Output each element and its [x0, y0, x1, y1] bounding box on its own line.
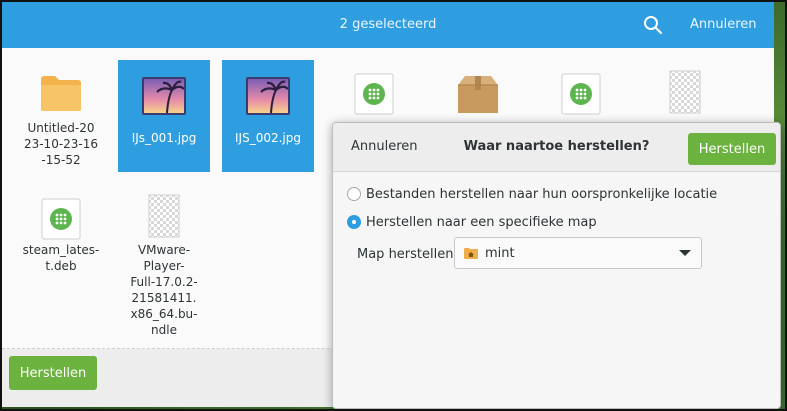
header-bar: 2 geselecteerd Annuleren [2, 2, 774, 48]
package-deb-icon [561, 73, 601, 115]
file-name-line: 23-10-23-16 [23, 137, 99, 151]
file-name-line: Full-17.0.2- [130, 275, 198, 289]
file-name-line: ndle [151, 323, 177, 337]
dialog-restore-button[interactable]: Herstellen [688, 133, 776, 165]
file-name-line: Untitled-20 [27, 121, 95, 135]
folder-value: mint [485, 246, 515, 261]
file-name-line: 21581411. [131, 291, 197, 305]
archive-box-icon [458, 76, 498, 113]
file-name-line: x86_64.bu- [130, 307, 198, 321]
option-original-label: Bestanden herstellen naar hun oorspronke… [366, 186, 718, 202]
file-name-line: IJs_001.jpg [131, 131, 197, 145]
package-deb-icon [354, 73, 394, 115]
home-folder-icon [464, 248, 478, 259]
file-item[interactable] [535, 60, 627, 120]
dialog-header: Annuleren Waar naartoe herstellen? Herst… [333, 123, 780, 172]
folder-select[interactable]: mint [454, 237, 702, 269]
file-item[interactable] [328, 60, 420, 120]
dialog-cancel-button[interactable]: Annuleren [351, 139, 418, 154]
file-name-line: -15-52 [41, 153, 81, 167]
file-name-line: IJS_002.jpg [235, 131, 301, 145]
file-item[interactable]: IJS_002.jpg [222, 48, 314, 174]
radio-specific[interactable] [347, 215, 361, 229]
image-icon [246, 77, 290, 115]
header-cancel-button[interactable]: Annuleren [690, 17, 757, 32]
file-name-line: Player- [143, 259, 185, 273]
search-icon[interactable] [643, 15, 663, 35]
package-deb-icon [41, 198, 81, 240]
option-specific-folder[interactable]: Herstellen naar een specifieke map [347, 213, 597, 231]
file-item[interactable] [639, 60, 731, 120]
file-name-line: t.deb [45, 259, 77, 273]
file-name-line: VMware- [137, 243, 191, 257]
restore-dialog: Annuleren Waar naartoe herstellen? Herst… [332, 122, 781, 409]
generic-file-icon [148, 194, 180, 238]
file-item[interactable] [432, 60, 524, 120]
option-original-location[interactable]: Bestanden herstellen naar hun oorspronke… [347, 185, 717, 203]
file-item[interactable]: steam_lates- t.deb [15, 185, 107, 285]
restore-button[interactable]: Herstellen [9, 356, 97, 390]
chevron-down-icon [679, 250, 691, 256]
folder-icon [41, 76, 81, 111]
option-specific-label: Herstellen naar een specifieke map [366, 214, 597, 230]
image-icon [142, 77, 186, 115]
file-name-line: steam_lates- [22, 243, 100, 257]
folder-label: Map herstellen [357, 247, 454, 262]
file-item[interactable]: Untitled-20 23-10-23-16 -15-52 [15, 60, 107, 190]
file-item[interactable]: IJs_001.jpg [118, 48, 210, 174]
generic-file-icon [669, 70, 701, 114]
radio-original[interactable] [347, 187, 361, 201]
file-item[interactable]: VMware- Player- Full-17.0.2- 21581411. x… [118, 185, 210, 345]
